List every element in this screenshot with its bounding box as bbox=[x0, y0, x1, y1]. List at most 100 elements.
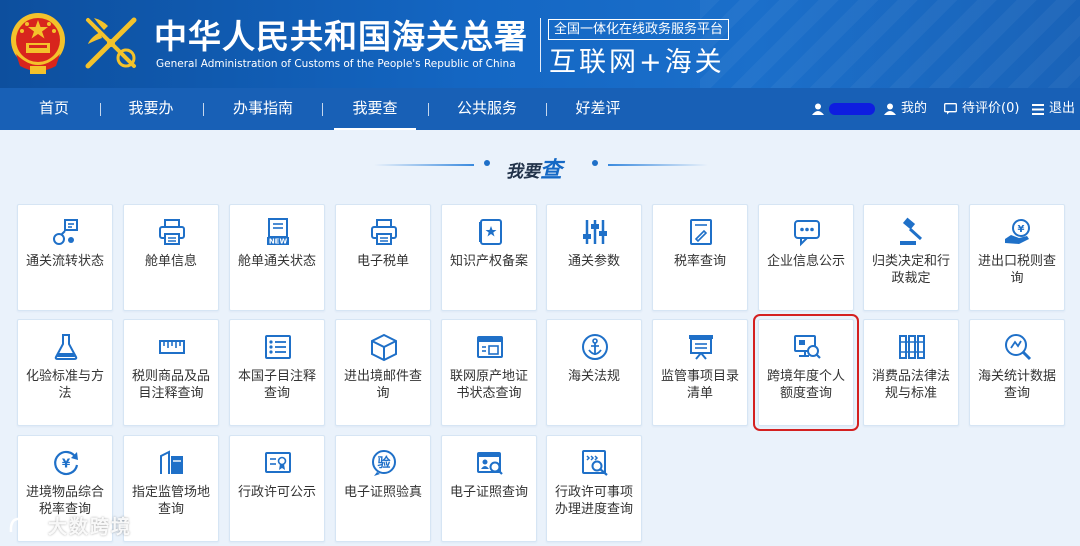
tile-label: 电子证照验真 bbox=[343, 485, 422, 500]
site-title-cn: 中华人民共和国海关总署 bbox=[154, 17, 528, 56]
pending-evaluation-link[interactable]: 待评价(0) bbox=[944, 88, 1019, 130]
tile-label: 行政许可事项办理进度查询 bbox=[554, 485, 633, 517]
tile-label: 税则商品及品目注释查询 bbox=[131, 369, 210, 401]
menu-icon bbox=[1032, 103, 1044, 115]
chat-icon bbox=[794, 220, 820, 247]
nav-item-home[interactable]: 首页 bbox=[28, 88, 80, 130]
svg-text:¥: ¥ bbox=[1018, 224, 1025, 235]
printer-icon bbox=[159, 219, 185, 245]
gavel-icon bbox=[900, 217, 923, 245]
tile-label: 通关流转状态 bbox=[25, 254, 104, 269]
tile-license-progress-query[interactable]: 行政许可事项办理进度查询 bbox=[546, 435, 642, 542]
tile-tariff-notes-query[interactable]: 税则商品及品目注释查询 bbox=[123, 319, 219, 426]
tile-label: 舱单信息 bbox=[144, 254, 197, 269]
tile-consumer-goods-law[interactable]: 消费品法律法规与标准 bbox=[863, 319, 959, 426]
tile-clearance-params[interactable]: 通关参数 bbox=[546, 204, 642, 311]
section-title: 我要查 bbox=[506, 158, 563, 183]
screen-search-icon bbox=[794, 335, 821, 359]
tile-label: 联网原产地证书状态查询 bbox=[449, 369, 528, 401]
user-icon bbox=[884, 103, 896, 115]
site-title-en: General Administration of Customs of the… bbox=[156, 58, 516, 70]
watermark: 大数跨境 bbox=[8, 512, 132, 538]
my-account-link[interactable]: 我的 bbox=[884, 88, 927, 130]
tile-label: 本国子目注释查询 bbox=[237, 369, 316, 401]
books-icon bbox=[899, 335, 925, 359]
section-dot-left bbox=[484, 160, 490, 166]
section-line-right bbox=[608, 164, 708, 166]
nav-separator bbox=[100, 103, 101, 116]
verify-icon: 验 bbox=[372, 450, 396, 476]
nav-separator bbox=[428, 103, 429, 116]
tile-label: 电子税单 bbox=[356, 254, 409, 269]
site-header: 中华人民共和国海关总署 General Administration of Cu… bbox=[0, 0, 1080, 88]
svg-text:NEW: NEW bbox=[269, 238, 288, 246]
site-icon bbox=[160, 450, 183, 474]
license-icon bbox=[265, 452, 291, 473]
tile-classification-ruling[interactable]: 归类决定和行政裁定 bbox=[863, 204, 959, 311]
sliders-icon bbox=[583, 220, 607, 244]
tile-lab-standards[interactable]: 化验标准与方法 bbox=[17, 319, 113, 426]
tile-e-license-verify[interactable]: 验 电子证照验真 bbox=[335, 435, 431, 542]
nav-item-guide[interactable]: 办事指南 bbox=[226, 88, 300, 130]
pending-evaluation-label: 待评价(0) bbox=[962, 101, 1020, 116]
svg-text:验: 验 bbox=[377, 455, 391, 471]
nav-separator bbox=[546, 103, 547, 116]
comment-icon bbox=[944, 103, 957, 115]
tile-label: 舱单通关状态 bbox=[237, 254, 316, 269]
tile-label: 电子证照查询 bbox=[449, 485, 528, 500]
tile-label: 进出口税则查询 bbox=[977, 254, 1056, 286]
tile-admin-license-publicity[interactable]: 行政许可公示 bbox=[229, 435, 325, 542]
tile-manifest-info[interactable]: 舱单信息 bbox=[123, 204, 219, 311]
tile-customs-statistics[interactable]: 海关统计数据查询 bbox=[969, 319, 1065, 426]
nav-item-public-service[interactable]: 公共服务 bbox=[450, 88, 524, 130]
user-account[interactable] bbox=[812, 88, 875, 130]
nav-item-query[interactable]: 我要查 bbox=[334, 88, 416, 130]
tile-enterprise-info[interactable]: 企业信息公示 bbox=[758, 204, 854, 311]
progress-search-icon bbox=[582, 450, 608, 476]
section-line-left bbox=[374, 164, 474, 166]
tile-national-subheading-notes[interactable]: 本国子目注释查询 bbox=[229, 319, 325, 426]
yuan-hand-icon: ¥ bbox=[1005, 219, 1030, 244]
yuan-cycle-icon: ¥ bbox=[54, 450, 79, 476]
section-dot-right bbox=[592, 160, 598, 166]
tile-ip-record[interactable]: 知识产权备案 bbox=[441, 204, 537, 311]
tile-label: 行政许可公示 bbox=[237, 485, 316, 500]
stats-search-icon bbox=[1005, 334, 1032, 361]
tile-supervision-list[interactable]: 监管事项目录清单 bbox=[652, 319, 748, 426]
tile-customs-regulations[interactable]: 海关法规 bbox=[546, 319, 642, 426]
tile-tariff-query[interactable]: ¥ 进出口税则查询 bbox=[969, 204, 1065, 311]
tile-label: 消费品法律法规与标准 bbox=[871, 369, 950, 401]
nav-separator bbox=[322, 103, 323, 116]
tile-e-tax-bill[interactable]: 电子税单 bbox=[335, 204, 431, 311]
tile-e-license-query[interactable]: 电子证照查询 bbox=[441, 435, 537, 542]
nav-item-rating[interactable]: 好差评 bbox=[568, 88, 628, 130]
tile-label: 归类决定和行政裁定 bbox=[871, 254, 950, 286]
tile-tax-rate-query[interactable]: 税率查询 bbox=[652, 204, 748, 311]
list-icon bbox=[265, 335, 291, 359]
tile-origin-certificate[interactable]: 联网原产地证书状态查询 bbox=[441, 319, 537, 426]
certificate-icon bbox=[477, 336, 503, 358]
platform-name: 互联网+海关 bbox=[549, 47, 725, 78]
tile-designated-site-query[interactable]: 指定监管场地查询 bbox=[123, 435, 219, 542]
tile-label: 监管事项目录清单 bbox=[660, 369, 739, 401]
tile-label: 跨境年度个人额度查询 bbox=[766, 369, 845, 401]
tile-manifest-clearance-status[interactable]: NEW 舱单通关状态 bbox=[229, 204, 325, 311]
monitor-icon bbox=[689, 335, 713, 360]
customs-logo-icon bbox=[85, 17, 137, 69]
nav-item-do[interactable]: 我要办 bbox=[122, 88, 180, 130]
ruler-icon bbox=[159, 340, 185, 354]
tile-label: 指定监管场地查询 bbox=[131, 485, 210, 517]
logout-link[interactable]: 退出 bbox=[1032, 88, 1075, 130]
svg-text:¥: ¥ bbox=[62, 457, 71, 471]
my-account-label: 我的 bbox=[901, 101, 928, 116]
flow-icon bbox=[53, 219, 78, 245]
national-emblem-icon bbox=[11, 13, 65, 74]
tile-label: 通关参数 bbox=[567, 254, 620, 269]
tile-postal-query[interactable]: 进出境邮件查询 bbox=[335, 319, 431, 426]
tax-doc-icon bbox=[690, 219, 712, 245]
header-divider bbox=[540, 18, 541, 72]
tile-label: 税率查询 bbox=[673, 254, 726, 269]
tile-cross-border-quota-query[interactable]: 跨境年度个人额度查询 bbox=[753, 314, 859, 431]
tile-customs-flow-status[interactable]: 通关流转状态 bbox=[17, 204, 113, 311]
id-card-search-icon bbox=[477, 452, 503, 475]
